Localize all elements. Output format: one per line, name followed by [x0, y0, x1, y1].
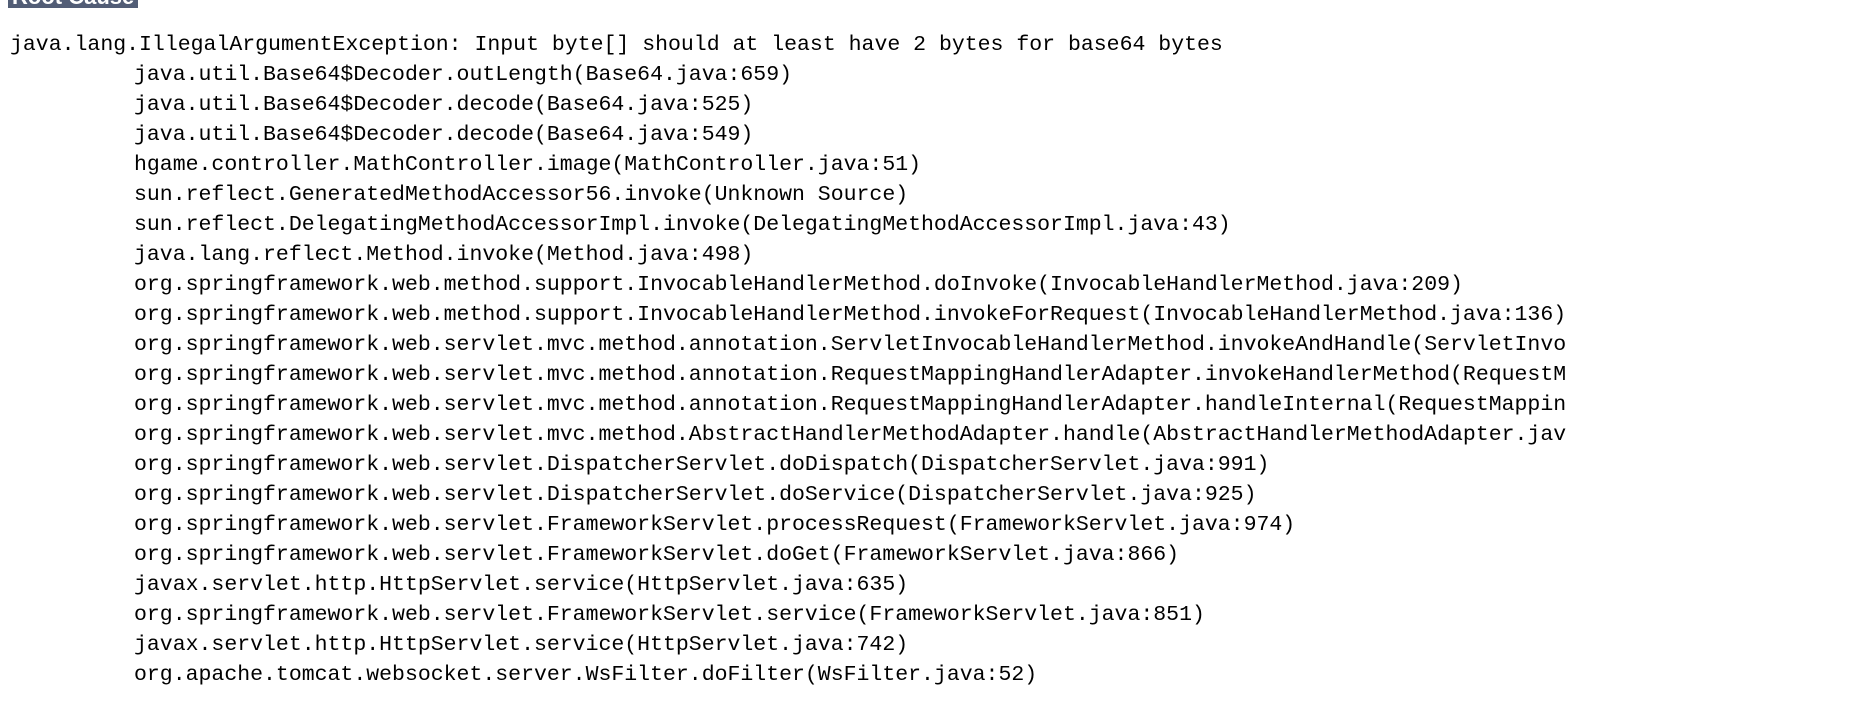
stack-frame: org.springframework.web.servlet.mvc.meth… [134, 363, 1567, 387]
stack-frame: sun.reflect.DelegatingMethodAccessorImpl… [134, 213, 1231, 237]
stack-frame: org.springframework.web.servlet.mvc.meth… [134, 393, 1567, 417]
stack-frame: org.apache.tomcat.websocket.server.WsFil… [134, 663, 1038, 687]
stack-frame: org.springframework.web.servlet.mvc.meth… [134, 423, 1567, 447]
stack-frame: org.springframework.web.servlet.Framewor… [134, 543, 1180, 567]
stack-frame: org.springframework.web.servlet.Framewor… [134, 513, 1296, 537]
root-cause-heading: Root Cause [8, 0, 139, 8]
stack-frame: org.springframework.web.method.support.I… [134, 273, 1463, 297]
stack-frame: sun.reflect.GeneratedMethodAccessor56.in… [134, 183, 909, 207]
stack-frame: org.springframework.web.servlet.mvc.meth… [134, 333, 1567, 357]
stack-frame: java.util.Base64$Decoder.outLength(Base6… [134, 63, 793, 87]
stack-frame: java.lang.reflect.Method.invoke(Method.j… [134, 243, 754, 267]
stack-frame: java.util.Base64$Decoder.decode(Base64.j… [134, 93, 754, 117]
stack-frame: org.springframework.web.method.support.I… [134, 303, 1567, 327]
stack-frame: javax.servlet.http.HttpServlet.service(H… [134, 633, 909, 657]
stack-frame: org.springframework.web.servlet.Dispatch… [134, 453, 1270, 477]
stack-frame: javax.servlet.http.HttpServlet.service(H… [134, 573, 909, 597]
stack-frame: org.springframework.web.servlet.Dispatch… [134, 483, 1257, 507]
stack-frame: hgame.controller.MathController.image(Ma… [134, 153, 922, 177]
stack-frame: org.springframework.web.servlet.Framewor… [134, 603, 1205, 627]
stack-frame: java.util.Base64$Decoder.decode(Base64.j… [134, 123, 754, 147]
stack-trace: java.lang.IllegalArgumentException: Inpu… [10, 30, 1858, 690]
exception-message: java.lang.IllegalArgumentException: Inpu… [10, 33, 1223, 57]
